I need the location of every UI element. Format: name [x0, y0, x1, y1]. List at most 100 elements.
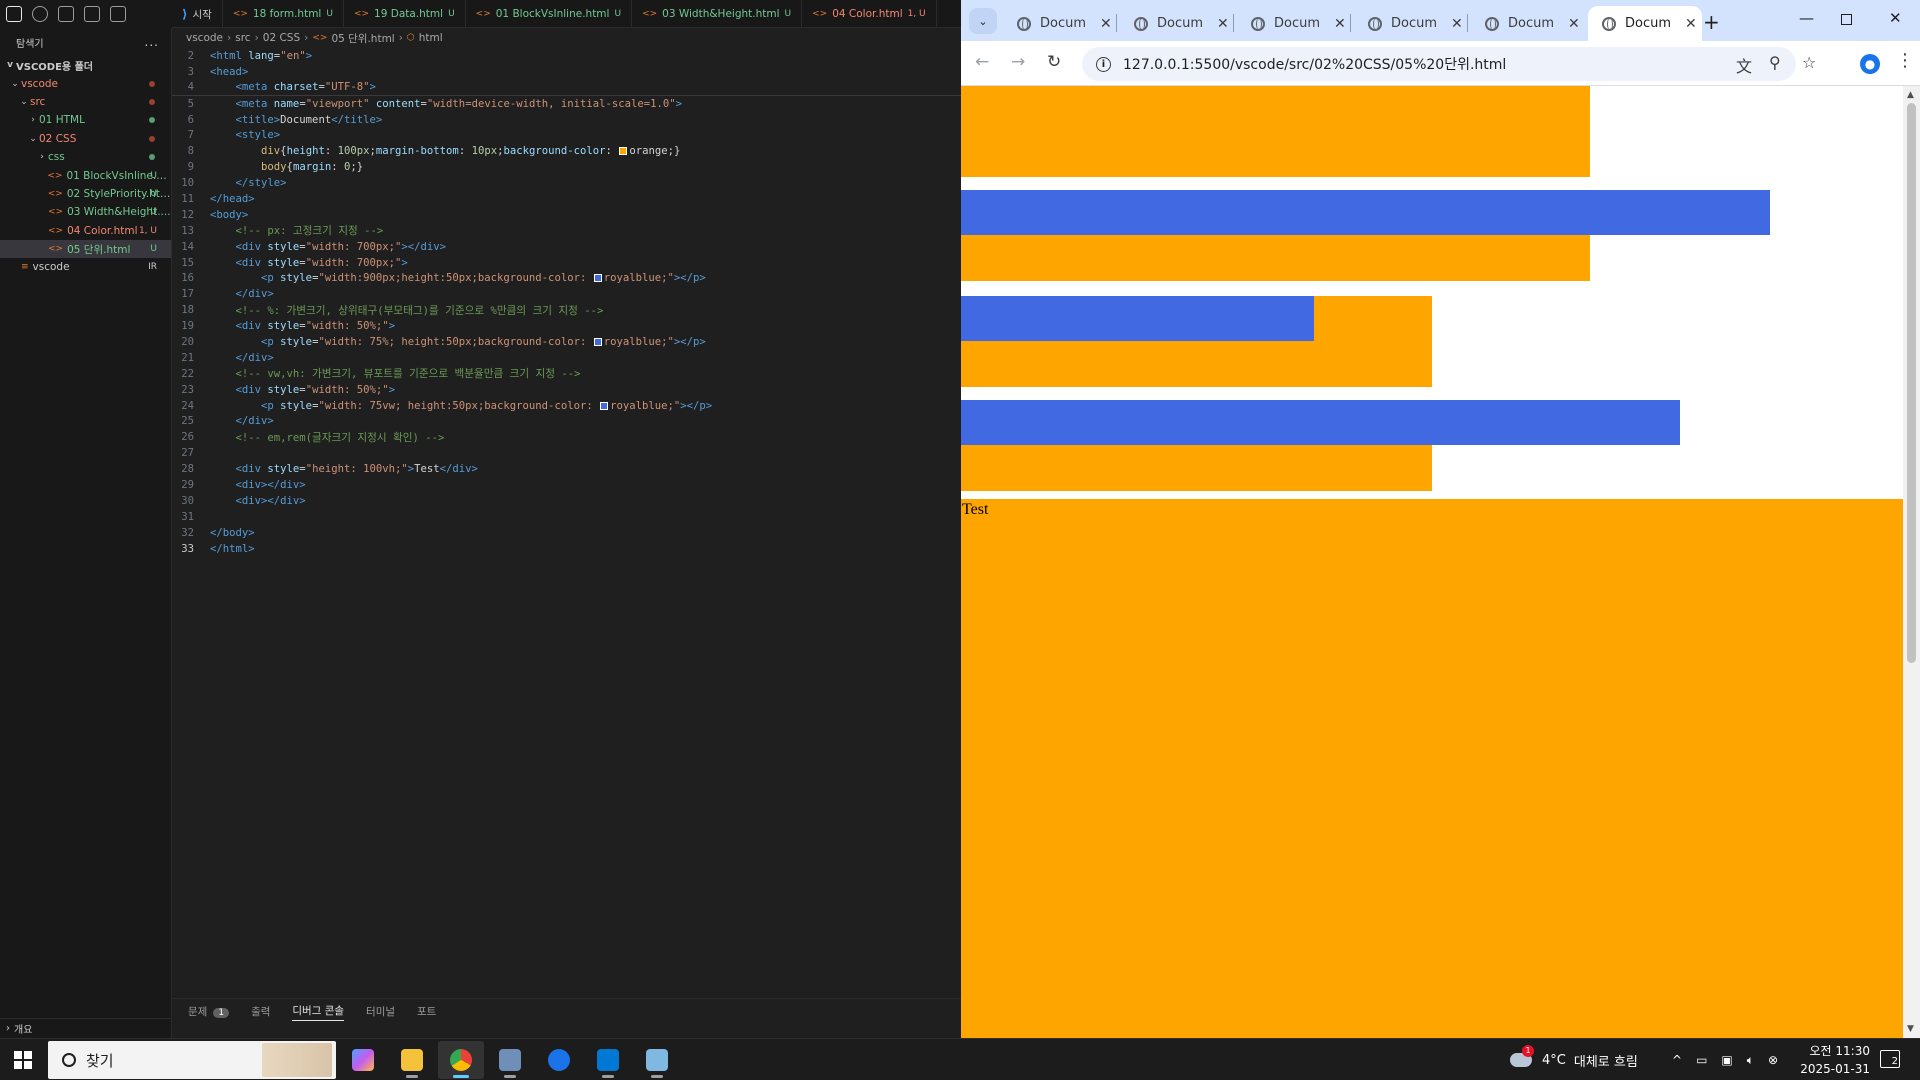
panel-tab[interactable]: 문제 1: [188, 1004, 230, 1019]
search-icon[interactable]: [32, 6, 48, 22]
more-actions-icon[interactable]: ...: [145, 35, 159, 49]
tree-item[interactable]: <> 03 Width&Height.... U: [0, 203, 171, 221]
bookmark-star-icon[interactable]: ☆: [1802, 53, 1816, 72]
div-100vh: [961, 499, 1903, 1038]
code-token: <!-- vw,vh: 가변크기, 뷰포트를 기준으로 백분율만큼 크기 지정 …: [235, 368, 581, 381]
breadcrumb-item[interactable]: 02 CSS: [263, 32, 300, 44]
explorer-icon[interactable]: [6, 6, 22, 22]
breadcrumb: vscode › src › 02 CSS › <> 05 단위.html › ⬡ html: [172, 28, 961, 48]
scroll-down-icon[interactable]: ▼: [1907, 1024, 1914, 1034]
breadcrumb-item[interactable]: 05 단위.html: [331, 31, 394, 46]
editor-tab[interactable]: <> 03 Width&Height.html U: [632, 0, 803, 27]
panel-tab[interactable]: 디버그 콘솔: [292, 1003, 345, 1021]
panel-tab[interactable]: 출력: [251, 1004, 270, 1019]
volume-icon[interactable]: 🔈︎: [1747, 1053, 1754, 1068]
address-bar[interactable]: i 127.0.0.1:5500/vscode/src/02%20CSS/05%…: [1082, 47, 1796, 81]
tree-item[interactable]: <> 05 단위.html U: [0, 239, 171, 259]
run-debug-icon[interactable]: [84, 6, 100, 22]
notification-center-icon[interactable]: 2: [1880, 1050, 1900, 1068]
editor-tab[interactable]: <> 19 Data.html U: [344, 0, 466, 27]
breadcrumb-item[interactable]: html: [419, 32, 443, 44]
tab-close-icon[interactable]: ✕: [1685, 16, 1697, 32]
html-file-icon: <>: [312, 33, 328, 43]
panel-tab[interactable]: 포트: [417, 1004, 436, 1019]
maximize-icon[interactable]: [1841, 14, 1852, 25]
tab-close-icon[interactable]: ✕: [1568, 16, 1580, 32]
tree-item[interactable]: ≡ vscode IR: [0, 258, 171, 276]
code-token: lang: [248, 49, 274, 62]
tree-item[interactable]: ⌄ 02 CSS: [0, 130, 171, 148]
zoom-icon[interactable]: ⚲: [1769, 53, 1781, 72]
line-number: 31: [181, 510, 194, 523]
close-window-icon[interactable]: ✕: [1889, 9, 1902, 27]
tab-close-icon[interactable]: ✕: [1451, 16, 1463, 32]
code-editor[interactable]: 2 <html lang="en"> 3 <head> 4 <meta charset=…: [172, 48, 961, 990]
editor-tab[interactable]: ⟩ 시작: [172, 0, 223, 27]
taskbar-app[interactable]: [634, 1041, 680, 1079]
browser-tab[interactable]: Document ✕: [1354, 6, 1468, 41]
editor-tab[interactable]: <> 04 Color.html 1, U: [802, 0, 937, 27]
breadcrumb-item[interactable]: vscode: [186, 32, 223, 44]
ime-icon[interactable]: ▭: [1696, 1053, 1707, 1067]
reload-icon[interactable]: ↻: [1047, 52, 1061, 72]
translate-icon[interactable]: 文: [1736, 53, 1752, 77]
tab-close-icon[interactable]: ✕: [1100, 16, 1112, 32]
taskbar-clock[interactable]: 오전 11:30 2025-01-31: [1780, 1042, 1870, 1078]
taskbar-search-box[interactable]: 찾기: [48, 1041, 336, 1079]
mute-status-icon[interactable]: ⊗: [1768, 1053, 1778, 1067]
forward-icon[interactable]: →: [1011, 52, 1025, 72]
browser-tab[interactable]: Document ✕: [1588, 6, 1702, 41]
code-line: 21 </div>: [172, 350, 961, 366]
network-icon[interactable]: ▣: [1721, 1053, 1732, 1067]
browser-tab[interactable]: Document ✕: [1003, 6, 1117, 41]
tab-close-icon[interactable]: ✕: [1217, 16, 1229, 32]
color-swatch[interactable]: [600, 401, 609, 410]
tree-item[interactable]: ⌄ vscode: [0, 74, 171, 92]
panel-tab[interactable]: 터미널: [366, 1004, 395, 1019]
show-hidden-icons-icon[interactable]: ^: [1672, 1053, 1682, 1067]
breadcrumb-item[interactable]: src: [235, 32, 250, 44]
tree-item-label: 01 HTML: [39, 114, 85, 127]
weather-widget[interactable]: 1 4°C 대체로 흐림: [1510, 1039, 1638, 1080]
tree-item[interactable]: › css: [0, 148, 171, 166]
tab-search-icon[interactable]: ⌄: [969, 8, 997, 34]
tab-close-icon[interactable]: ✕: [1334, 16, 1346, 32]
chrome-menu-icon[interactable]: ⋮: [1896, 50, 1914, 71]
minimize-icon[interactable]: —: [1799, 9, 1814, 27]
taskbar-app[interactable]: [340, 1041, 386, 1079]
taskbar-app[interactable]: [487, 1041, 533, 1079]
tree-item[interactable]: ⌄ src: [0, 93, 171, 111]
taskbar-app[interactable]: [536, 1041, 582, 1079]
editor-tab[interactable]: <> 01 BlockVsInline.html U: [466, 0, 633, 27]
taskbar-app[interactable]: [438, 1041, 484, 1079]
taskbar-app[interactable]: [585, 1041, 631, 1079]
taskbar-app[interactable]: [389, 1041, 435, 1079]
scrollbar-thumb[interactable]: [1907, 103, 1916, 663]
site-info-icon[interactable]: i: [1096, 56, 1111, 72]
tree-item[interactable]: <> 01 BlockVsInline.ht... U: [0, 166, 171, 184]
source-control-icon[interactable]: [58, 6, 74, 22]
code-token: <p: [261, 272, 281, 285]
tree-item[interactable]: › 01 HTML: [0, 111, 171, 129]
workspace-folder-header[interactable]: v VSCODE용 폴더: [0, 56, 171, 74]
code-line: 2 <html lang="en">: [172, 48, 961, 64]
color-swatch[interactable]: [593, 274, 602, 283]
start-button-icon[interactable]: [14, 1051, 32, 1069]
back-icon[interactable]: ←: [975, 52, 989, 72]
new-tab-icon[interactable]: +: [1703, 10, 1720, 34]
editor-tab[interactable]: <> 18 form.html U: [223, 0, 344, 27]
tree-item[interactable]: <> 02 StylePriority.html U: [0, 185, 171, 203]
color-swatch[interactable]: [619, 147, 628, 156]
color-swatch[interactable]: [593, 337, 602, 346]
scroll-up-icon[interactable]: ▲: [1907, 90, 1914, 100]
code-text: <meta name="viewport" content="width=dev…: [210, 98, 683, 110]
browser-tab[interactable]: Document ✕: [1120, 6, 1234, 41]
browser-tab[interactable]: Document ✕: [1471, 6, 1585, 41]
outline-section[interactable]: › 개요: [0, 1018, 171, 1038]
profile-avatar-icon[interactable]: ●: [1860, 54, 1880, 74]
browser-tab[interactable]: Document ✕: [1237, 6, 1351, 41]
page-scrollbar[interactable]: ▲ ▼: [1903, 86, 1920, 1038]
tree-item[interactable]: <> 04 Color.html 1, U: [0, 222, 171, 240]
extensions-icon[interactable]: [110, 6, 126, 22]
